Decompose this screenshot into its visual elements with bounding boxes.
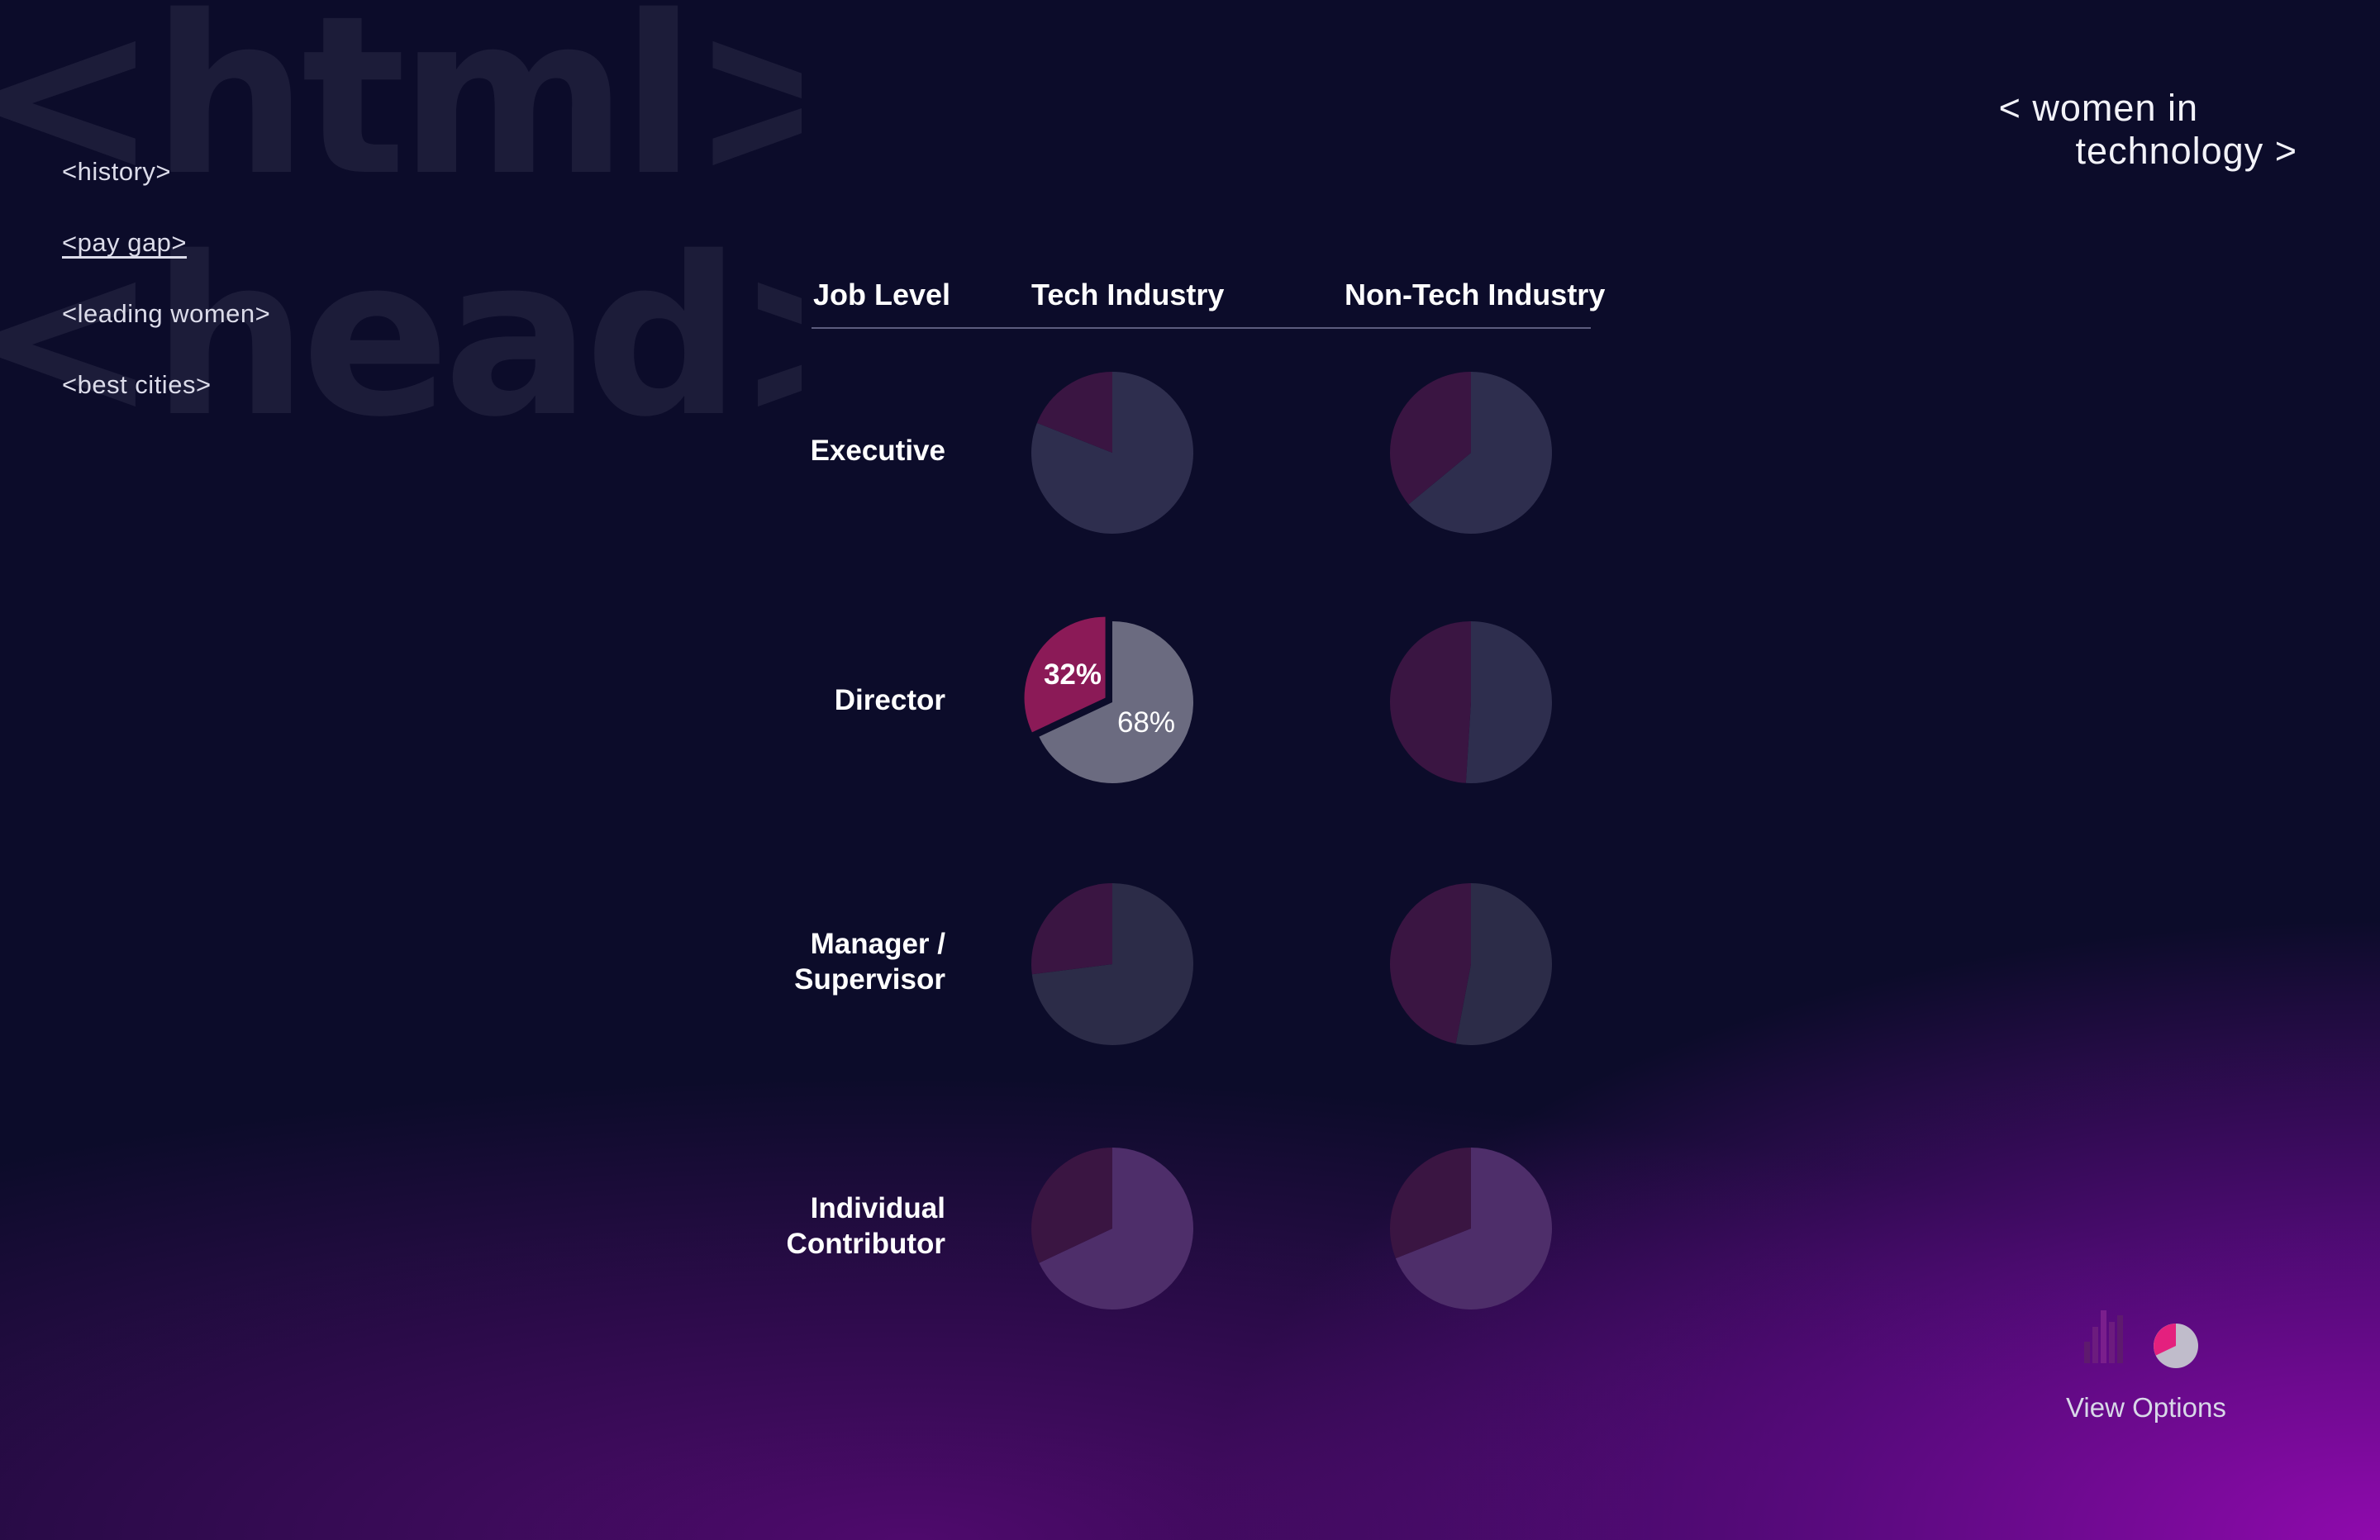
pie-tech-0[interactable] <box>1031 372 1194 534</box>
bar-chart-icon[interactable] <box>2084 1310 2123 1363</box>
pie-tech-2[interactable] <box>1031 883 1193 1045</box>
pie-nontech-0[interactable] <box>1389 372 1552 534</box>
view-options-button[interactable]: View Options <box>2066 1392 2226 1424</box>
slice-women <box>1031 883 1112 975</box>
view-toggle-icons <box>2084 1310 2198 1368</box>
pie-nontech-1[interactable] <box>1389 621 1552 783</box>
pie-nontech-3[interactable] <box>1389 1148 1552 1310</box>
pie-tech-3[interactable] <box>1031 1148 1193 1309</box>
slice-women <box>1389 883 1471 1044</box>
slice-men <box>1465 621 1552 783</box>
slice-women <box>1389 621 1471 783</box>
women-percent-label: 32% <box>1044 658 1102 691</box>
pie-chart-grid: 32% 68% <box>1024 372 1552 1310</box>
pie-chart-icon[interactable] <box>2154 1324 2198 1368</box>
men-percent-label: 68% <box>1117 706 1175 739</box>
pie-nontech-2[interactable] <box>1389 883 1552 1045</box>
pie-tech-1[interactable] <box>1024 616 1193 783</box>
